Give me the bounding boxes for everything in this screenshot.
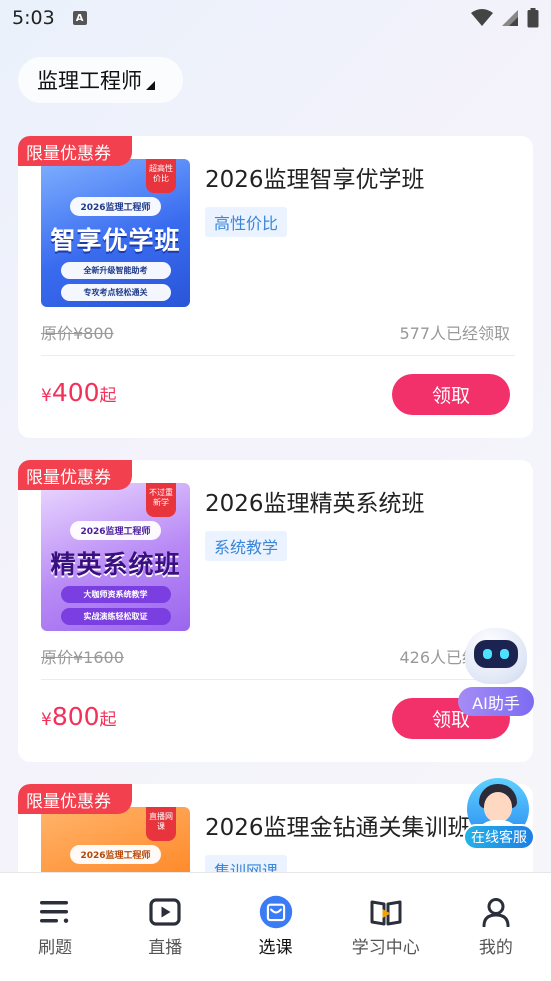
sale-price: ¥ 800 起 [41,702,117,731]
dropdown-triangle-icon [146,80,155,90]
sale-price: ¥ 400 起 [41,378,117,407]
thumb-line-2: 专攻考点轻松通关 [60,284,171,301]
status-time: 5:03 [12,7,55,29]
status-bar: 5:03 A [0,0,551,36]
coupon-tag: 限量优惠券 [18,136,132,166]
exam-selector-label: 监理工程师 [37,69,142,93]
live-play-icon [148,895,182,929]
thumb-course-name: 精英系统班 [50,550,181,579]
original-price: 原价¥800 [41,324,114,343]
signal-icon [502,10,518,26]
online-service-button[interactable]: 在线客服 [463,778,535,854]
thumb-line-1: 大咖师资系统教学 [60,586,171,603]
course-title[interactable]: 2026监理智享优学班 [205,160,425,194]
battery-icon [527,8,539,28]
nav-label: 直播 [148,938,183,958]
study-center-icon [369,895,403,929]
notification-a-icon: A [72,11,87,25]
nav-label: 学习中心 [351,938,420,958]
price-value: 400 [51,378,100,407]
price-symbol: ¥ [41,710,52,730]
nav-label: 选课 [258,938,293,958]
divider [41,679,515,680]
feature-tag: 系统教学 [205,531,288,561]
nav-item-live[interactable]: 直播 [110,873,220,981]
nav-item-profile[interactable]: 我的 [441,873,551,981]
course-card[interactable]: 限量优惠券 超高性价比 2026监理工程师 智享优学班 全新升级智能助考 专攻考… [18,136,533,438]
thumb-badge: 超高性价比 [146,159,176,193]
thumb-course-name: 智享优学班 [50,226,181,255]
online-service-label: 在线客服 [463,824,535,850]
profile-icon [479,895,513,929]
course-thumbnail[interactable]: 不过重新学 2026监理工程师 精英系统班 大咖师资系统教学 实战演练轻松取证 [41,483,190,631]
thumb-exam-label: 2026监理工程师 [70,521,161,540]
bottom-nav: 刷题 直播 选课 学习中心 我的 [0,872,551,981]
thumb-line-2: 实战演练轻松取证 [60,608,171,625]
claim-button[interactable]: 领取 [392,374,510,415]
price-symbol: ¥ [41,386,52,406]
course-thumbnail[interactable]: 超高性价比 2026监理工程师 智享优学班 全新升级智能助考 专攻考点轻松通关 [41,159,190,307]
price-suffix: 起 [99,386,117,406]
thumb-exam-label: 2026监理工程师 [70,197,161,216]
list-icon [38,895,72,929]
thumb-badge: 不过重新学 [146,483,176,517]
course-select-icon [259,895,293,929]
wifi-icon [471,9,493,26]
thumb-badge: 直播网课 [146,807,176,841]
exam-selector-dropdown[interactable]: 监理工程师 [18,57,183,103]
claimed-count: 577人已经领取 [399,324,510,343]
nav-item-study-center[interactable]: 学习中心 [331,873,441,981]
divider [41,355,515,356]
coupon-tag: 限量优惠券 [18,460,132,490]
course-title[interactable]: 2026监理精英系统班 [205,484,425,518]
ai-assistant-label: AI助手 [458,687,534,716]
thumb-line-1: 全新升级智能助考 [60,262,171,279]
price-value: 800 [51,702,100,731]
status-icons [471,8,539,28]
nav-item-courses[interactable]: 选课 [220,873,330,981]
feature-tag: 高性价比 [205,207,288,237]
robot-icon [465,628,527,684]
price-suffix: 起 [99,710,117,730]
course-title[interactable]: 2026监理金钻通关集训班 [205,808,471,842]
ai-assistant-button[interactable]: AI助手 [456,628,536,720]
thumb-exam-label: 2026监理工程师 [70,845,161,864]
nav-label: 我的 [478,938,513,958]
coupon-tag: 限量优惠券 [18,784,132,814]
nav-label: 刷题 [38,938,73,958]
nav-item-practice[interactable]: 刷题 [0,873,110,981]
original-price: 原价¥1600 [41,648,124,667]
